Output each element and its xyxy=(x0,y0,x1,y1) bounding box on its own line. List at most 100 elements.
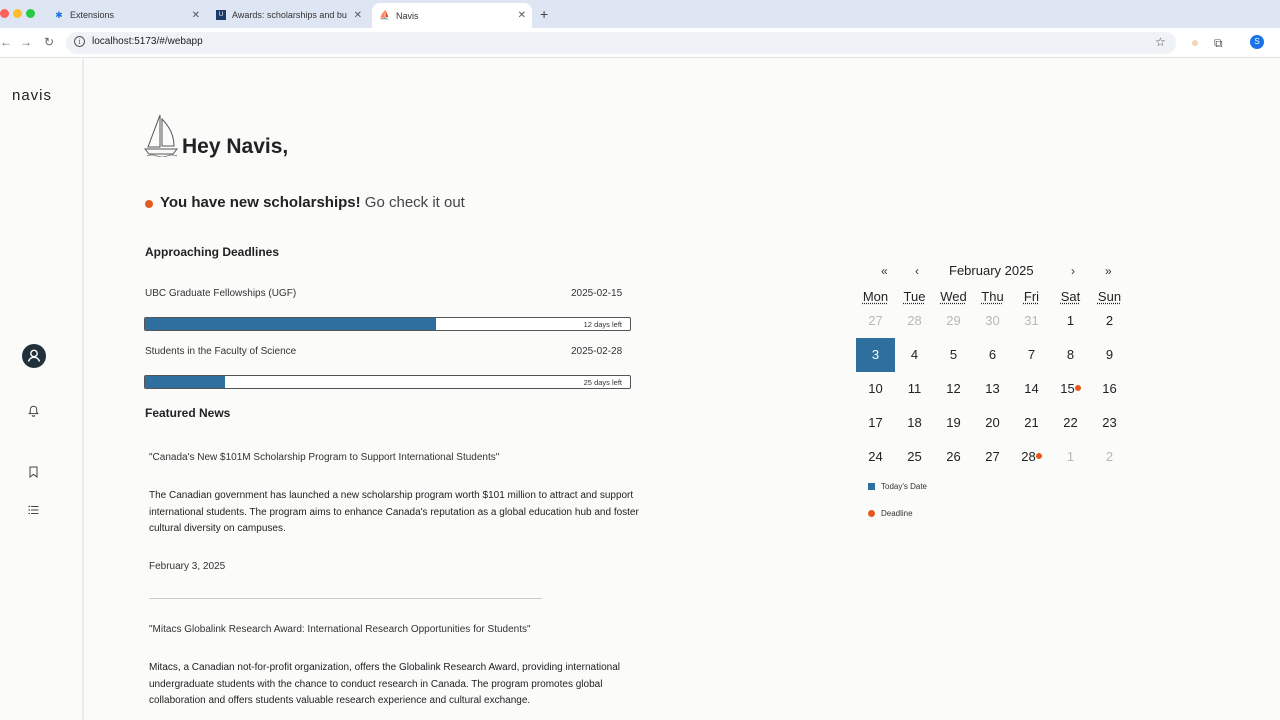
day-number: 30 xyxy=(985,313,1000,328)
news-body: Mitacs, a Canadian not-for-profit organi… xyxy=(149,662,621,706)
calendar-day-today[interactable]: 3 xyxy=(856,338,895,372)
browser-address-bar: ← → ↻ i localhost:5173/#/webapp ☆ ⧉ S xyxy=(0,28,1280,58)
day-number: 23 xyxy=(1102,415,1117,430)
day-number: 26 xyxy=(946,449,961,464)
calendar-day[interactable]: 4 xyxy=(895,338,934,372)
close-tab-icon[interactable]: ✕ xyxy=(518,10,526,21)
close-window-button[interactable] xyxy=(0,9,9,18)
news-headline[interactable]: "Mitacs Globalink Research Award: Intern… xyxy=(149,624,531,635)
info-icon[interactable]: i xyxy=(74,36,85,47)
calendar-day[interactable]: 2 xyxy=(1090,440,1129,474)
day-number: 12 xyxy=(946,381,961,396)
day-number: 2 xyxy=(1105,449,1114,464)
forward-icon[interactable]: → xyxy=(20,35,32,49)
day-number: 25 xyxy=(907,449,922,464)
go-check-link[interactable]: Go check it out xyxy=(365,194,465,211)
weekday-header: Fri xyxy=(1023,289,1040,304)
list-icon xyxy=(28,505,39,515)
sidebar-item-profile[interactable] xyxy=(22,344,46,368)
sidebar-item-bookmarks[interactable] xyxy=(28,466,39,481)
calendar-day[interactable]: 22 xyxy=(1051,406,1090,440)
deadline-name[interactable]: UBC Graduate Fellowships (UGF) xyxy=(145,288,296,299)
calendar-day[interactable]: 11 xyxy=(895,372,934,406)
sidebar-item-list[interactable] xyxy=(28,505,39,518)
calendar-day[interactable]: 9 xyxy=(1090,338,1129,372)
browser-tab-bar: ✱ Extensions ✕ U Awards: scholarships an… xyxy=(0,0,1280,28)
new-tab-button[interactable]: + xyxy=(540,6,548,22)
extensions-puzzle-icon[interactable]: ⧉ xyxy=(1214,36,1223,51)
day-number: 24 xyxy=(868,449,883,464)
user-icon xyxy=(27,349,41,362)
close-tab-icon[interactable]: ✕ xyxy=(354,10,362,21)
calendar-day[interactable]: 30 xyxy=(973,304,1012,338)
deadline-name[interactable]: Students in the Faculty of Science xyxy=(145,346,296,357)
deadlines-heading: Approaching Deadlines xyxy=(145,245,280,259)
extension-icon[interactable] xyxy=(1192,40,1198,46)
calendar-day[interactable]: 31 xyxy=(1012,304,1051,338)
browser-tab-awards[interactable]: U Awards: scholarships and bu ✕ xyxy=(208,4,368,26)
deadline-legend-label: Deadline xyxy=(881,509,913,518)
calendar-day[interactable]: 10 xyxy=(856,372,895,406)
calendar-day[interactable]: 2 xyxy=(1090,304,1129,338)
calendar-day[interactable]: 16 xyxy=(1090,372,1129,406)
url-field[interactable]: i localhost:5173/#/webapp xyxy=(66,32,1176,54)
deadline-dot xyxy=(1035,453,1042,459)
progress-fill xyxy=(145,318,436,330)
calendar-day[interactable]: 1 xyxy=(1051,304,1090,338)
prev-year-button[interactable]: « xyxy=(881,264,888,278)
calendar-day[interactable]: 14 xyxy=(1012,372,1051,406)
calendar-day[interactable]: 6 xyxy=(973,338,1012,372)
day-number: 19 xyxy=(946,415,961,430)
url-text: localhost:5173/#/webapp xyxy=(92,36,203,47)
brand-logo[interactable]: navis xyxy=(12,87,52,104)
weekday-header: Sat xyxy=(1060,289,1081,304)
calendar-day[interactable]: 25 xyxy=(895,440,934,474)
calendar-day[interactable]: 29 xyxy=(934,304,973,338)
calendar-day[interactable]: 20 xyxy=(973,406,1012,440)
day-number: 18 xyxy=(907,415,922,430)
calendar-day[interactable]: 5 xyxy=(934,338,973,372)
profile-avatar[interactable]: S xyxy=(1250,35,1264,49)
calendar-day[interactable]: 24 xyxy=(856,440,895,474)
progress-fill xyxy=(145,376,226,388)
calendar-day[interactable]: 12 xyxy=(934,372,973,406)
calendar-day[interactable]: 7 xyxy=(1012,338,1051,372)
calendar-day[interactable]: 28 xyxy=(1012,440,1051,474)
news-divider xyxy=(149,598,542,599)
day-number: 27 xyxy=(985,449,1000,464)
sidebar-item-notifications[interactable] xyxy=(28,405,39,420)
day-number: 27 xyxy=(868,313,883,328)
deadline-date: 2025-02-15 xyxy=(571,288,623,299)
news-headline[interactable]: "Canada's New $101M Scholarship Program … xyxy=(149,452,499,463)
minimize-window-button[interactable] xyxy=(13,9,22,18)
next-year-button[interactable]: » xyxy=(1105,264,1112,278)
day-number: 22 xyxy=(1063,415,1078,430)
calendar-day[interactable]: 18 xyxy=(895,406,934,440)
calendar-day[interactable]: 27 xyxy=(973,440,1012,474)
calendar-day[interactable]: 21 xyxy=(1012,406,1051,440)
calendar-day[interactable]: 1 xyxy=(1051,440,1090,474)
close-tab-icon[interactable]: ✕ xyxy=(192,10,200,21)
calendar-day[interactable]: 23 xyxy=(1090,406,1129,440)
calendar-day[interactable]: 8 xyxy=(1051,338,1090,372)
calendar-day[interactable]: 19 xyxy=(934,406,973,440)
calendar-month-label[interactable]: February 2025 xyxy=(949,263,1034,278)
maximize-window-button[interactable] xyxy=(26,9,35,18)
main-content: Hey Navis, You have new scholarships! Go… xyxy=(86,59,1280,720)
calendar-day[interactable]: 27 xyxy=(856,304,895,338)
deadline-progress-bar: 12 days left xyxy=(144,317,631,331)
calendar-day[interactable]: 28 xyxy=(895,304,934,338)
next-month-button[interactable]: › xyxy=(1071,264,1075,278)
prev-month-button[interactable]: ‹ xyxy=(915,264,919,278)
day-number: 1 xyxy=(1066,449,1075,464)
calendar-day[interactable]: 13 xyxy=(973,372,1012,406)
calendar-day[interactable]: 15 xyxy=(1051,372,1090,406)
browser-tab-navis[interactable]: ⛵ Navis ✕ xyxy=(372,3,532,28)
calendar-day[interactable]: 26 xyxy=(934,440,973,474)
reload-icon[interactable]: ↻ xyxy=(44,35,54,49)
back-icon[interactable]: ← xyxy=(0,35,12,49)
browser-tab-extensions[interactable]: ✱ Extensions ✕ xyxy=(46,4,206,26)
bookmark-star-icon[interactable]: ☆ xyxy=(1155,35,1166,49)
deadline-date: 2025-02-28 xyxy=(571,346,623,357)
calendar-day[interactable]: 17 xyxy=(856,406,895,440)
